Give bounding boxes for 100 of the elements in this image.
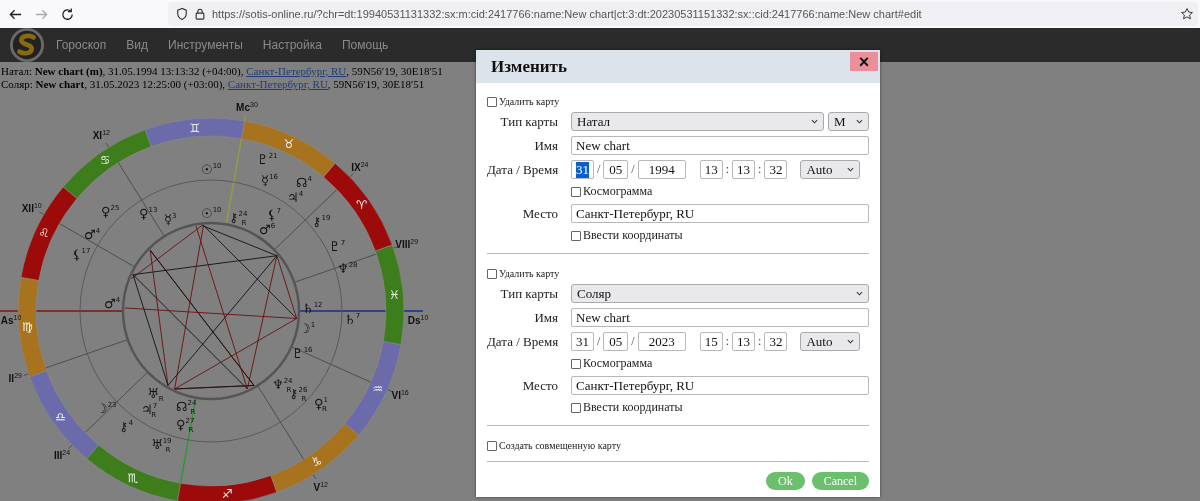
time-field[interactable]: 13	[732, 332, 756, 351]
house-label: II$^{29}$	[8, 372, 22, 385]
chart-type-select[interactable]: Соляр	[571, 284, 869, 303]
planet-symbol: ♂$^{4}$	[104, 296, 121, 311]
checkbox[interactable]	[487, 96, 497, 107]
zodiac-sign: ♌	[38, 226, 50, 241]
field-label: Место	[521, 377, 558, 394]
checkbox[interactable]	[571, 230, 581, 241]
field-label: Имя	[533, 309, 558, 326]
planet-symbol: ⚷$^{19}$	[312, 214, 331, 229]
zodiac-sign: ♑	[311, 454, 322, 469]
close-button[interactable]: ×	[850, 52, 878, 71]
planet-symbol: ♅$_{R}$	[147, 386, 164, 403]
planet-symbol: ☽$^{23}$	[96, 401, 117, 416]
caret-icon	[811, 119, 818, 124]
caret-icon	[847, 167, 855, 172]
planet-symbol: ⚷$^{4}$	[119, 419, 133, 434]
address-bar[interactable]: https://sotis-online.ru/?chr=dt:19940531131332:sx:m:cid:2417766:name:New chart|ct:3:dt:20230531151332:sx::cid:2417766:name:New chart#edit	[168, 2, 1198, 26]
date-field[interactable]: 1994	[637, 160, 686, 179]
chart-info-line: Соляр: New chart, 31.05.2023 12:25:00 (+03:00), Санкт-Петербург, RU, 59N56′19, 30E18′51	[0, 78, 425, 91]
zodiac-sign: ♐	[221, 487, 233, 501]
date-field[interactable]: 31	[571, 160, 594, 179]
chart-type-select[interactable]: Натал	[571, 112, 824, 131]
date-field[interactable]: 31	[571, 332, 594, 351]
menu-item[interactable]: Гороскоп	[56, 38, 107, 52]
checkbox-label: Космограмма	[583, 356, 653, 371]
zodiac-sign: ♊	[189, 120, 201, 135]
checkbox[interactable]	[487, 440, 497, 451]
field-label: Дата / Время	[487, 333, 558, 350]
house-label: V$^{12}$	[313, 480, 328, 493]
planet-symbol: ⚸$^{7}$	[267, 207, 281, 222]
time-separator: :	[758, 334, 762, 349]
time-field[interactable]: 32	[764, 160, 788, 179]
planet-symbol: ⚸$^{17}$	[72, 247, 91, 262]
zodiac-sign: ♏	[127, 470, 139, 485]
planet-symbol: ☿$^{3}$	[164, 212, 177, 227]
checkbox[interactable]	[487, 268, 497, 279]
field-label: Тип карты	[499, 285, 558, 302]
shield-icon[interactable]	[176, 7, 188, 21]
house-label: IX$^{24}$	[351, 161, 369, 174]
time-field[interactable]: 32	[764, 332, 788, 351]
checkbox-label: Космограмма	[583, 184, 653, 199]
house-label: Ds$^{10}$	[407, 314, 429, 326]
timezone-select[interactable]: Auto	[800, 160, 861, 179]
checkbox[interactable]	[571, 186, 581, 197]
place-field[interactable]: Санкт-Петербург, RU	[571, 204, 869, 223]
house-label: Mc$^{30}$	[236, 101, 258, 114]
planet-symbol: ♃$^{4}$	[287, 190, 304, 205]
name-field[interactable]: New chart	[571, 308, 869, 327]
dialog-title: Изменить	[491, 56, 567, 77]
zodiac-sign: ♍	[22, 320, 34, 335]
checkbox[interactable]	[571, 402, 581, 413]
date-field[interactable]: 05	[603, 332, 629, 351]
time-field[interactable]: 13	[732, 160, 756, 179]
checkbox[interactable]	[571, 358, 581, 369]
menu-item[interactable]: Помощь	[341, 38, 389, 52]
planet-symbol: ♆$^{28}$	[337, 261, 358, 276]
checkbox-label: Ввести координаты	[583, 400, 683, 415]
caret-icon	[856, 291, 863, 296]
star-icon[interactable]	[1180, 7, 1194, 21]
menu-item[interactable]: Инструменты	[168, 38, 243, 52]
menu-item[interactable]: Настройка	[262, 38, 322, 52]
checkbox-label: Ввести координаты	[583, 228, 683, 243]
house-label: XII$^{10}$	[21, 201, 42, 214]
time-separator: :	[725, 162, 730, 177]
menu-item[interactable]: Вид	[126, 38, 148, 52]
time-field[interactable]: 15	[699, 332, 723, 351]
date-field[interactable]: 05	[603, 160, 629, 179]
planet-symbol: ☉$^{10}$	[201, 206, 222, 221]
planet-symbol: ☽$^{1}$	[299, 321, 316, 336]
url-text: https://sotis-online.ru/?chr=dt:19940531131332:sx:m:cid:2417766:name:New chart|ct:3:dt:20230531151332:sx::cid:2417766:name:New chart#edit	[212, 8, 922, 20]
name-field[interactable]: New chart	[571, 136, 869, 155]
checkbox-label: Удалить карту	[499, 268, 560, 279]
timezone-select[interactable]: Auto	[800, 332, 861, 351]
time-field[interactable]: 13	[699, 160, 723, 179]
date-separator: /	[597, 162, 601, 177]
planet-symbol: ♀$^{25}$	[101, 204, 120, 219]
field-label: Тип карты	[499, 113, 558, 130]
zodiac-sign: ♎	[54, 409, 66, 424]
planet-symbol: ☊$^{4}$	[296, 175, 312, 190]
date-separator: /	[631, 334, 635, 349]
lock-icon[interactable]	[194, 7, 206, 21]
planet-symbol: ♄$^{7}$	[344, 312, 361, 327]
planet-symbol: ☉$^{10}$	[201, 162, 222, 177]
reload-icon[interactable]	[60, 6, 75, 22]
checkbox-label: Создать совмещенную карту	[499, 440, 621, 451]
planet-symbol: ♂$^{6}$	[259, 222, 276, 237]
zodiac-sign: ♈	[356, 198, 368, 213]
planet-symbol: ♇$^{7}$	[329, 239, 346, 254]
house-label: XI$^{12}$	[92, 129, 110, 142]
date-field[interactable]: 2023	[637, 332, 686, 351]
house-label: VI$^{16}$	[391, 389, 409, 402]
planet-symbol: ☿$^{16}$	[261, 173, 278, 188]
date-separator: /	[631, 162, 635, 177]
logo-icon[interactable]	[10, 28, 44, 62]
zodiac-sign: ♒	[372, 381, 384, 396]
zodiac-sign: ♓	[388, 287, 400, 302]
caret-icon	[847, 339, 855, 344]
place-field[interactable]: Санкт-Петербург, RU	[571, 376, 869, 395]
gender-select[interactable]: М	[828, 112, 869, 131]
